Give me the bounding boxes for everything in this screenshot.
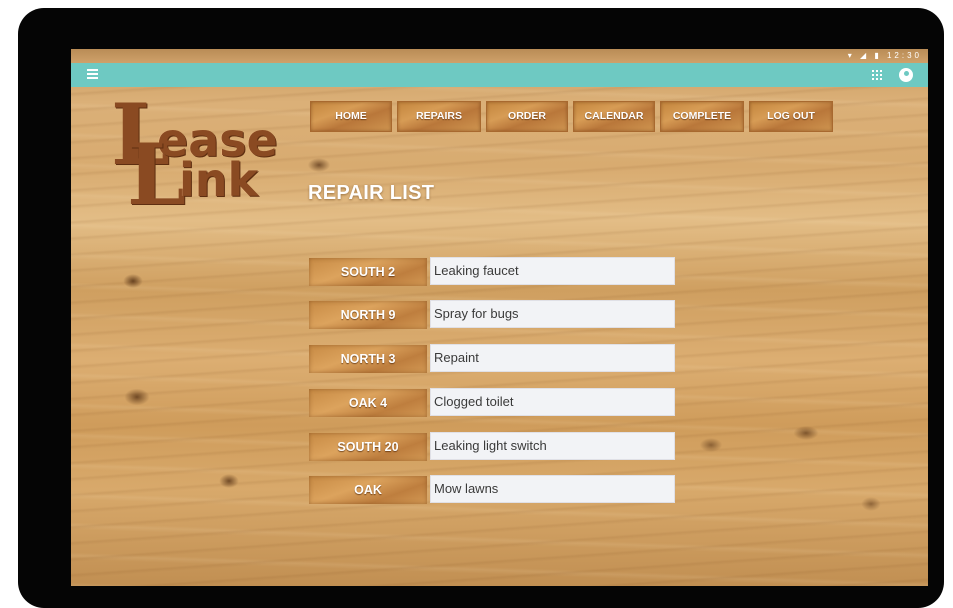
repair-row: SOUTH 2 Leaking faucet <box>309 257 675 287</box>
app-bar <box>71 63 928 87</box>
repair-unit-label[interactable]: SOUTH 20 <box>309 433 427 461</box>
repair-description-field[interactable]: Leaking light switch <box>430 432 675 460</box>
repair-row: OAK 4 Clogged toilet <box>309 388 675 418</box>
repair-row: NORTH 3 Repaint <box>309 344 675 374</box>
nav-complete-button[interactable]: COMPLETE <box>660 101 744 132</box>
lease-link-logo: L ease L ink <box>111 93 278 217</box>
page-title: REPAIR LIST <box>308 182 435 204</box>
repair-unit-label[interactable]: SOUTH 2 <box>309 258 427 286</box>
app-screen: ▾ ◢ ▮ 12:30 L ease L ink HOME REPAIRS OR… <box>71 49 928 586</box>
repair-description-field[interactable]: Leaking faucet <box>430 257 675 285</box>
repair-description-field[interactable]: Spray for bugs <box>430 300 675 328</box>
repair-description-field[interactable]: Mow lawns <box>430 475 675 503</box>
nav-repairs-button[interactable]: REPAIRS <box>397 101 481 132</box>
repair-unit-label[interactable]: NORTH 3 <box>309 345 427 373</box>
account-icon[interactable] <box>899 68 913 82</box>
repair-unit-label[interactable]: NORTH 9 <box>309 301 427 329</box>
repair-row: SOUTH 20 Leaking light switch <box>309 432 675 462</box>
nav-order-button[interactable]: ORDER <box>486 101 568 132</box>
logo-initial-l-bottom: L <box>127 125 187 224</box>
repair-row: OAK Mow lawns <box>309 475 675 505</box>
menu-icon[interactable] <box>87 69 98 80</box>
status-bar: ▾ ◢ ▮ 12:30 <box>71 49 928 63</box>
repair-unit-label[interactable]: OAK <box>309 476 427 504</box>
apps-grid-icon[interactable] <box>872 70 882 80</box>
repair-unit-label[interactable]: OAK 4 <box>309 389 427 417</box>
nav-logout-button[interactable]: LOG OUT <box>749 101 833 132</box>
repair-description-field[interactable]: Repaint <box>430 344 675 372</box>
logo-word-ink: ink <box>179 153 259 207</box>
status-icons: ▾ ◢ ▮ 12:30 <box>847 51 922 60</box>
tablet-frame: ▾ ◢ ▮ 12:30 L ease L ink HOME REPAIRS OR… <box>18 8 944 608</box>
repair-description-field[interactable]: Clogged toilet <box>430 388 675 416</box>
repair-row: NORTH 9 Spray for bugs <box>309 300 675 330</box>
nav-home-button[interactable]: HOME <box>310 101 392 132</box>
nav-calendar-button[interactable]: CALENDAR <box>573 101 655 132</box>
